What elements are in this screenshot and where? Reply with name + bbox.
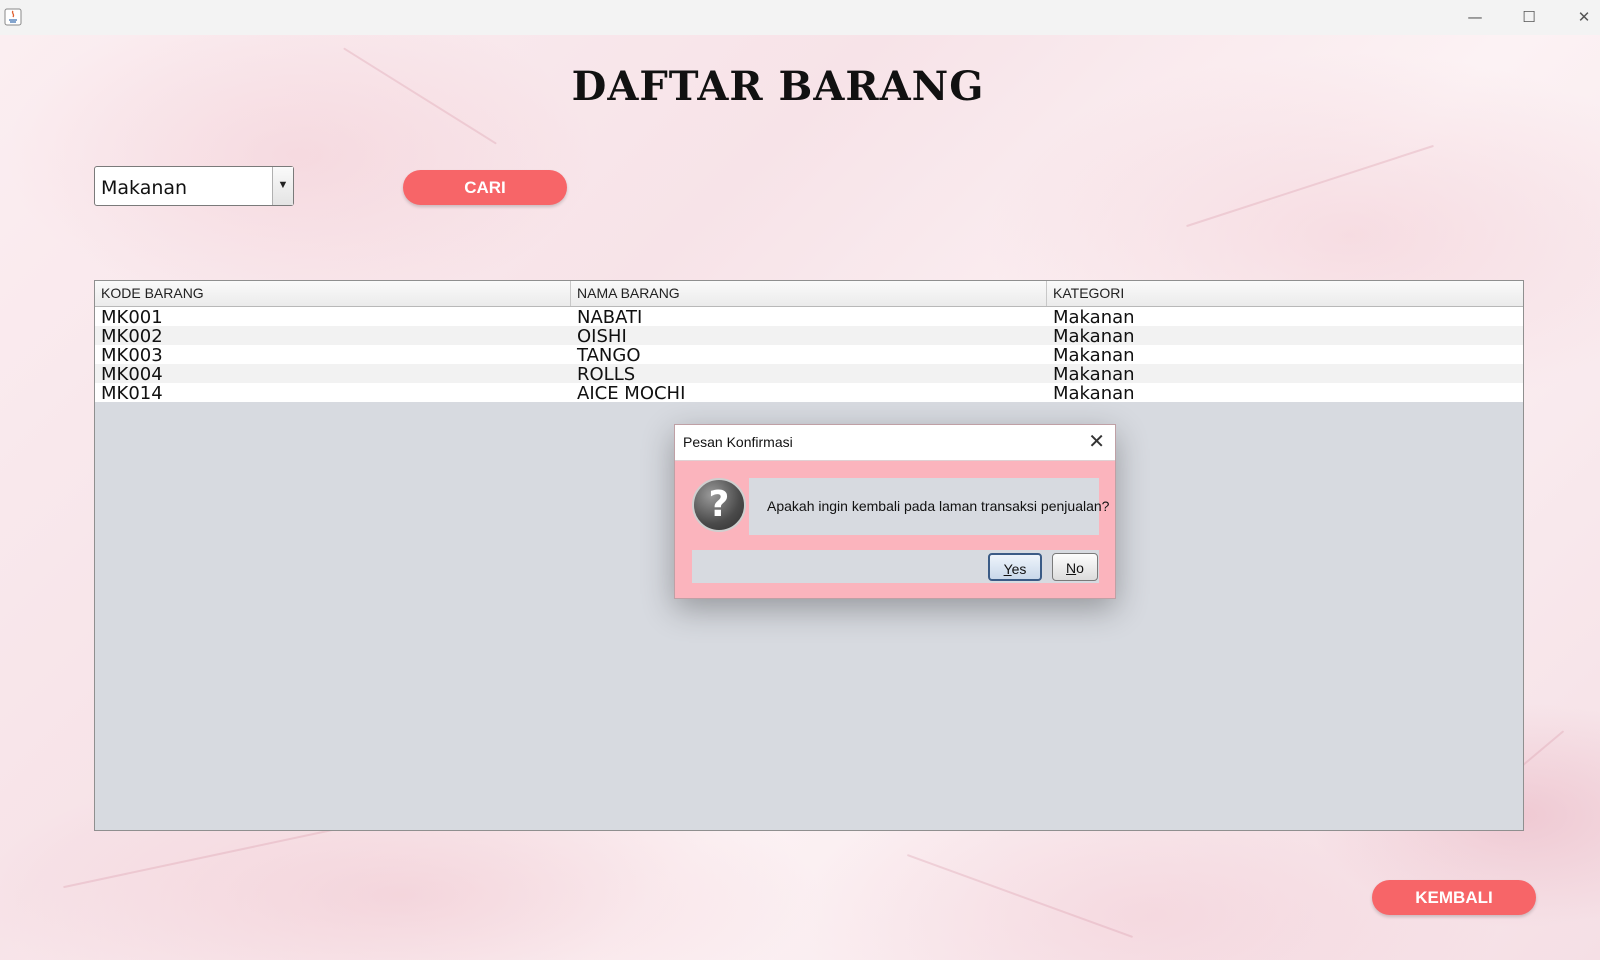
column-header-nama[interactable]: NAMA BARANG bbox=[571, 281, 1047, 306]
cell-kode: MK004 bbox=[101, 364, 163, 383]
cell-kategori: Makanan bbox=[1053, 345, 1135, 364]
maximize-icon[interactable]: ☐ bbox=[1518, 6, 1540, 28]
table-header: KODE BARANG NAMA BARANG KATEGORI bbox=[95, 281, 1523, 307]
dialog-title: Pesan Konfirmasi bbox=[683, 434, 793, 450]
no-mnemonic: N bbox=[1066, 560, 1077, 576]
search-button[interactable]: CARI bbox=[403, 170, 567, 205]
dialog-titlebar[interactable]: Pesan Konfirmasi ✕ bbox=[675, 425, 1115, 461]
table-body: MK001 NABATI Makanan MK002 OISHI Makanan… bbox=[95, 307, 1523, 402]
question-icon: ? bbox=[692, 478, 746, 532]
table-row[interactable]: MK001 NABATI Makanan bbox=[95, 307, 1523, 326]
cell-kategori: Makanan bbox=[1053, 383, 1135, 402]
dialog-message-panel: Apakah ingin kembali pada laman transaks… bbox=[749, 478, 1109, 535]
yes-button[interactable]: Yes bbox=[988, 553, 1042, 581]
column-header-kategori[interactable]: KATEGORI bbox=[1047, 281, 1523, 306]
confirm-dialog: Pesan Konfirmasi ✕ ? Apakah ingin kembal… bbox=[674, 424, 1116, 599]
cell-kategori: Makanan bbox=[1053, 364, 1135, 383]
back-button[interactable]: KEMBALI bbox=[1372, 880, 1536, 915]
window-titlebar: — ☐ ✕ bbox=[0, 0, 1600, 36]
cell-nama: ROLLS bbox=[577, 364, 636, 383]
combobox-selected-value: Makanan bbox=[101, 177, 188, 199]
minimize-icon[interactable]: — bbox=[1464, 6, 1486, 28]
cell-kode: MK014 bbox=[101, 383, 163, 402]
table-row[interactable]: MK002 OISHI Makanan bbox=[95, 326, 1523, 345]
yes-label: es bbox=[1011, 561, 1027, 577]
marble-vein bbox=[1186, 144, 1434, 228]
main-panel: DAFTAR BARANG Makanan ▼ CARI KODE BARANG… bbox=[0, 35, 1600, 960]
table-row[interactable]: MK003 TANGO Makanan bbox=[95, 345, 1523, 364]
column-header-kode[interactable]: KODE BARANG bbox=[95, 281, 571, 306]
table-row[interactable]: MK014 AICE MOCHI Makanan bbox=[95, 383, 1523, 402]
cell-nama: NABATI bbox=[577, 307, 643, 326]
cell-nama: OISHI bbox=[577, 326, 627, 345]
yes-mnemonic: Y bbox=[1003, 561, 1012, 577]
cell-nama: TANGO bbox=[577, 345, 641, 364]
cell-kode: MK003 bbox=[101, 345, 163, 364]
marble-vein bbox=[906, 854, 1134, 938]
cell-kode: MK002 bbox=[101, 326, 163, 345]
cell-kategori: Makanan bbox=[1053, 326, 1135, 345]
chevron-down-icon[interactable]: ▼ bbox=[272, 167, 293, 205]
dialog-message: Apakah ingin kembali pada laman transaks… bbox=[767, 498, 1110, 514]
dialog-button-panel: Yes No bbox=[692, 550, 1099, 583]
no-button[interactable]: No bbox=[1052, 553, 1098, 581]
page-title: DAFTAR BARANG bbox=[571, 63, 985, 110]
table-row[interactable]: MK004 ROLLS Makanan bbox=[95, 364, 1523, 383]
marble-vein bbox=[63, 823, 357, 889]
category-combobox[interactable]: Makanan ▼ bbox=[94, 166, 294, 206]
cell-nama: AICE MOCHI bbox=[577, 383, 686, 402]
java-app-icon bbox=[4, 8, 22, 26]
no-label: o bbox=[1076, 560, 1084, 576]
cell-kategori: Makanan bbox=[1053, 307, 1135, 326]
close-icon[interactable]: ✕ bbox=[1573, 6, 1595, 28]
cell-kode: MK001 bbox=[101, 307, 163, 326]
dialog-close-icon[interactable]: ✕ bbox=[1088, 429, 1105, 453]
